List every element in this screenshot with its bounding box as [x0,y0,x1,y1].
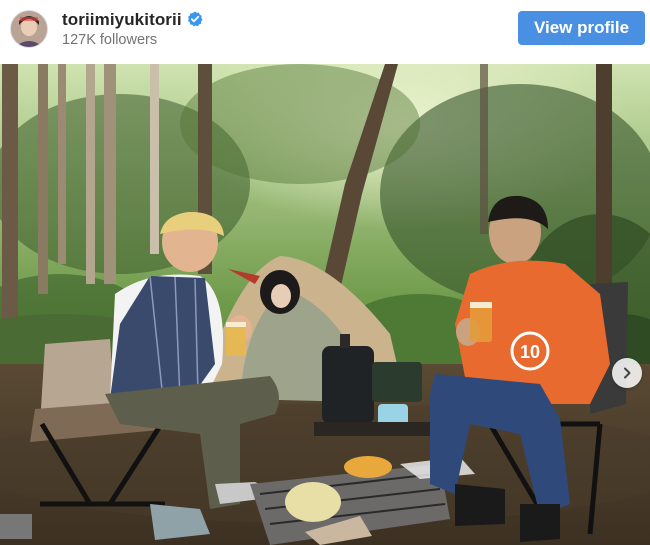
next-photo-button[interactable] [612,358,642,388]
post-header: toriimiyukitorii 127K followers View pro… [0,0,650,62]
username[interactable]: toriimiyukitorii [62,10,182,30]
instagram-embed-post: toriimiyukitorii 127K followers View pro… [0,0,650,545]
verified-badge-icon [188,11,203,27]
jersey-number: 10 [520,342,540,362]
camping-scene-photo: 10 [0,64,650,545]
profile-avatar[interactable] [10,10,48,48]
follower-count: 127K followers [62,32,158,48]
post-photo: 10 [0,64,650,545]
chevron-right-icon [624,367,631,379]
view-profile-button[interactable]: View profile [518,11,645,45]
